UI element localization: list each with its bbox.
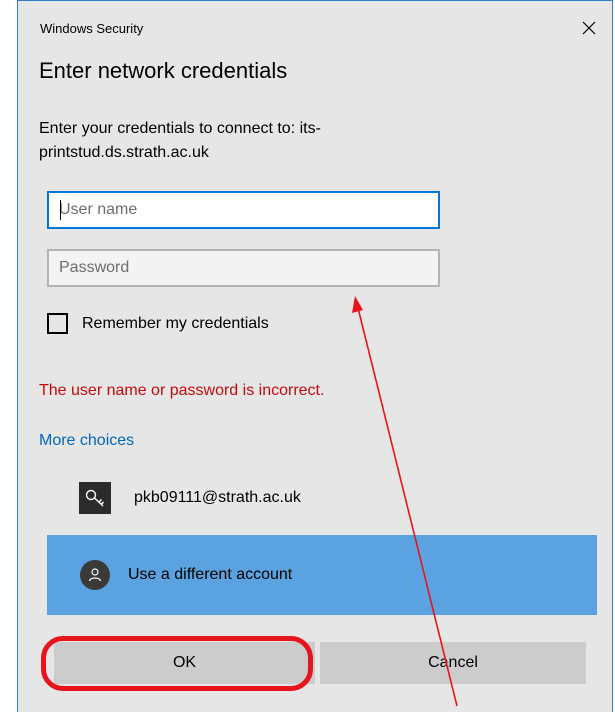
username-input[interactable] <box>47 191 440 229</box>
more-choices-link[interactable]: More choices <box>39 432 134 450</box>
connection-prompt: Enter your credentials to connect to: it… <box>39 120 321 161</box>
key-icon <box>79 482 111 514</box>
different-account-label: Use a different account <box>128 566 293 583</box>
error-message: The user name or password is incorrect. <box>39 382 325 399</box>
account-label: pkb09111@strath.ac.uk <box>134 489 301 506</box>
password-input[interactable] <box>47 249 440 287</box>
window-title: Windows Security <box>40 21 144 36</box>
ok-button[interactable]: OK <box>54 642 315 684</box>
dialog-heading: Enter network credentials <box>39 58 288 83</box>
remember-label: Remember my credentials <box>82 314 269 332</box>
cancel-button[interactable]: Cancel <box>320 642 586 684</box>
close-icon <box>582 21 596 35</box>
account-option-pkb09111[interactable]: pkb09111@strath.ac.uk <box>47 472 597 524</box>
person-icon <box>80 560 110 590</box>
close-button[interactable] <box>576 15 602 41</box>
text-caret <box>60 200 61 220</box>
account-option-different[interactable]: Use a different account <box>47 535 597 615</box>
remember-credentials[interactable]: Remember my credentials <box>47 313 269 334</box>
checkbox-icon[interactable] <box>47 313 68 334</box>
